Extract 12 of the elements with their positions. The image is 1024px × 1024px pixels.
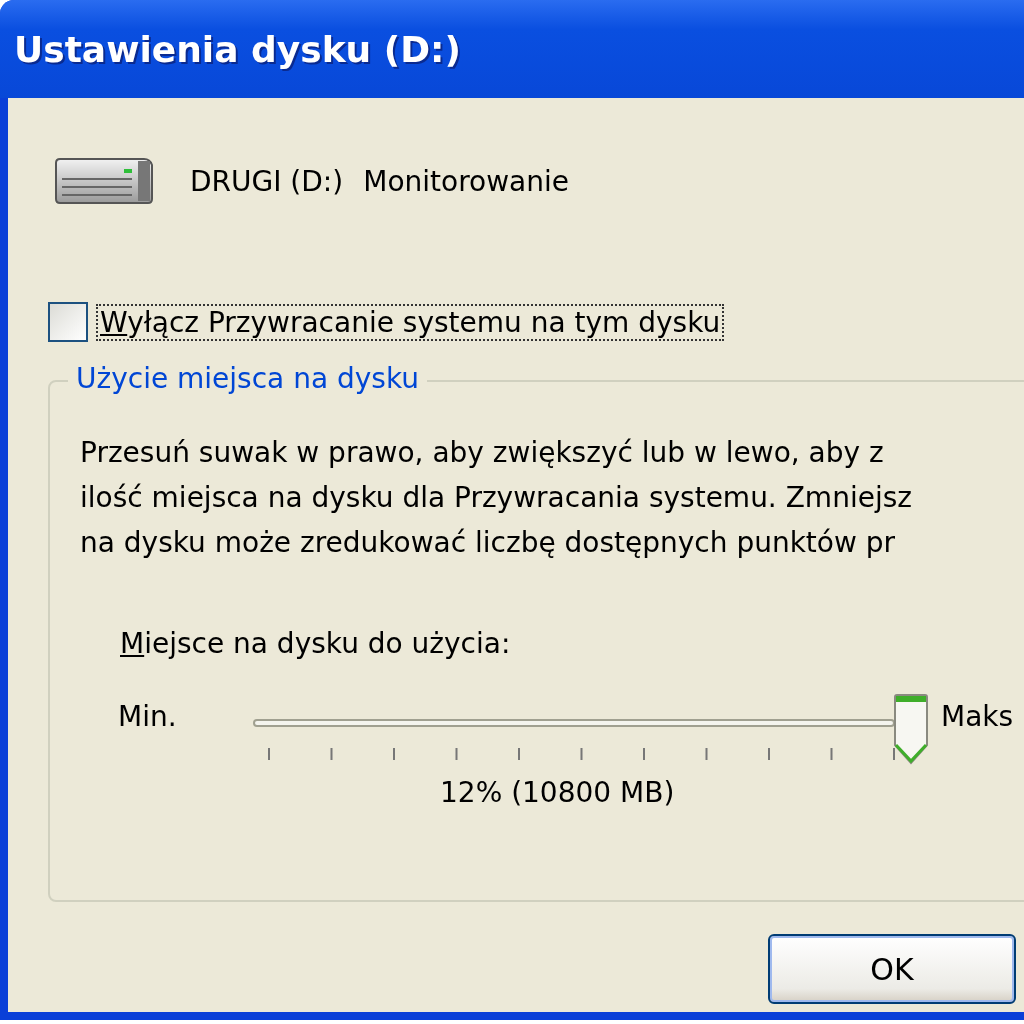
description-text: Przesuń suwak w prawo, aby zwiększyć lub w lewo, aby z ilość miejsca na dysku dla Przywracania systemu. Zmniejsz na dysku może zredukować liczbę dostępnych punktów pr	[80, 435, 913, 561]
window-title: Ustawienia dysku (D:)	[14, 28, 461, 70]
drive-status: Monitorowanie	[363, 164, 569, 198]
slider-value: 12% (10800 MB)	[440, 776, 676, 809]
slider-label: Miejsce na dysku do użycia:	[120, 627, 511, 660]
checkbox[interactable]	[48, 302, 88, 342]
checkbox-label[interactable]: Wyłącz Przywracanie systemu na tym dysku	[96, 303, 725, 341]
max-label: Maks	[941, 699, 1014, 733]
drive-name: DRUGI (D:)	[190, 164, 344, 198]
ok-button[interactable]: OK	[768, 934, 1016, 1004]
hard-drive-icon	[52, 157, 154, 205]
min-label: Min.	[118, 699, 178, 733]
